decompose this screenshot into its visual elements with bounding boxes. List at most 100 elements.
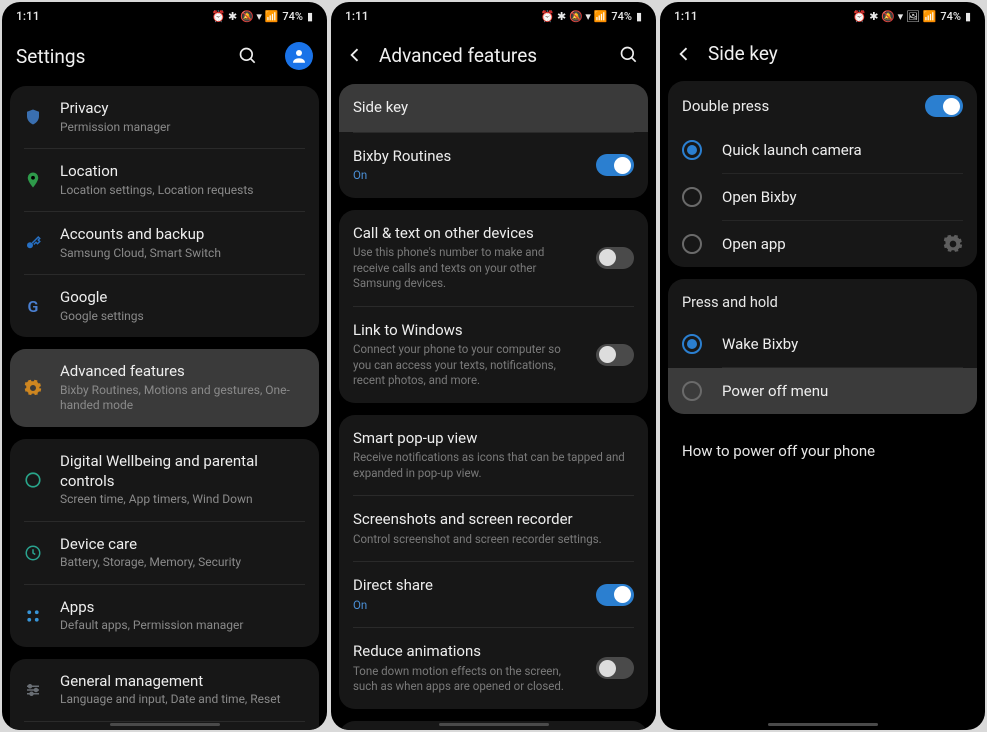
radio[interactable] — [682, 187, 702, 207]
status-time: 1:11 — [674, 9, 698, 23]
key-icon — [22, 232, 44, 254]
af-item-smart-pop-up-view[interactable]: Smart pop-up view Receive notifications … — [339, 415, 648, 496]
option-label: Open Bixby — [722, 188, 963, 206]
settings-card: Advanced features Bixby Routines, Motion… — [10, 349, 319, 427]
settings-item-advanced-features[interactable]: Advanced features Bixby Routines, Motion… — [10, 349, 319, 427]
option-label: Quick launch camera — [722, 141, 963, 159]
settings-item-privacy[interactable]: Privacy Permission manager — [10, 86, 319, 148]
af-card: Side key Bixby Routines On — [339, 84, 648, 198]
radio[interactable] — [682, 140, 702, 160]
item-subtitle: Google settings — [60, 309, 307, 325]
item-title: Side key — [353, 98, 634, 118]
item-subtitle: Language and input, Date and time, Reset — [60, 692, 307, 708]
phone-side-key: 1:11 ⏰ ✱ 🔕 ▾ 🖼 📶 74% ▮ Side key Double p… — [660, 2, 985, 730]
item-title: Accounts and backup — [60, 225, 307, 245]
item-subtitle: Default apps, Permission manager — [60, 618, 307, 634]
item-subtitle: Permission manager — [60, 120, 307, 136]
item-title: Reduce animations — [353, 642, 580, 662]
item-title: Google — [60, 288, 307, 308]
gear-icon[interactable] — [943, 234, 963, 254]
item-subtitle: Location settings, Location requests — [60, 183, 307, 199]
section-label: Double press — [682, 97, 925, 115]
search-icon[interactable] — [235, 43, 261, 69]
wellbeing-icon — [22, 469, 44, 491]
back-button[interactable] — [345, 45, 365, 65]
status-icons: ⏰ ✱ 🔕 ▾ 🖼 📶 74% ▮ — [853, 10, 971, 23]
item-subtitle: Screen time, App timers, Wind Down — [60, 492, 307, 508]
phone-settings: 1:11 ⏰ ✱ 🔕 ▾ 📶 74% ▮ Settings Privacy Pe… — [2, 2, 327, 730]
toggle[interactable] — [596, 584, 634, 606]
page-title: Side key — [708, 42, 971, 65]
status-time: 1:11 — [16, 9, 40, 23]
status-time: 1:11 — [345, 9, 369, 23]
double-press-toggle[interactable] — [925, 95, 963, 117]
status-bar: 1:11 ⏰ ✱ 🔕 ▾ 🖼 📶 74% ▮ — [660, 2, 985, 30]
item-title: Advanced features — [60, 362, 307, 382]
pin-icon — [22, 169, 44, 191]
af-item-direct-share[interactable]: Direct share On — [339, 562, 648, 627]
option-label: Wake Bixby — [722, 335, 963, 353]
settings-item-apps[interactable]: Apps Default apps, Permission manager — [10, 585, 319, 647]
header: Settings — [2, 30, 327, 86]
settings-item-location[interactable]: Location Location settings, Location req… — [10, 149, 319, 211]
press-hold-card: Press and hold Wake Bixby Power off menu — [668, 279, 977, 414]
toggle[interactable] — [596, 344, 634, 366]
option-label: Open app — [722, 235, 923, 253]
af-item-screenshots-and-screen-recorder[interactable]: Screenshots and screen recorder Control … — [339, 496, 648, 561]
item-title: Location — [60, 162, 307, 182]
settings-item-digital-wellbeing-and-parental-controls[interactable]: Digital Wellbeing and parental controls … — [10, 439, 319, 521]
phone-advanced-features: 1:11 ⏰ ✱ 🔕 ▾ 📶 74% ▮ Advanced features S… — [331, 2, 656, 730]
double-press-card: Double press Quick launch camera Open Bi… — [668, 81, 977, 267]
af-card: Call & text on other devices Use this ph… — [339, 210, 648, 403]
profile-avatar[interactable] — [285, 42, 313, 70]
item-title: General management — [60, 672, 307, 692]
toggle[interactable] — [596, 154, 634, 176]
toggle[interactable] — [596, 657, 634, 679]
settings-item-accounts-and-backup[interactable]: Accounts and backup Samsung Cloud, Smart… — [10, 212, 319, 274]
item-title: Device care — [60, 535, 307, 555]
af-item-link-to-windows[interactable]: Link to Windows Connect your phone to yo… — [339, 307, 648, 403]
radio[interactable] — [682, 381, 702, 401]
header: Advanced features — [331, 30, 656, 84]
radio[interactable] — [682, 234, 702, 254]
item-subtitle: Connect your phone to your computer so y… — [353, 342, 580, 389]
apps-icon — [22, 605, 44, 627]
status-bar: 1:11 ⏰ ✱ 🔕 ▾ 📶 74% ▮ — [331, 2, 656, 30]
status-bar: 1:11 ⏰ ✱ 🔕 ▾ 📶 74% ▮ — [2, 2, 327, 30]
settings-item-device-care[interactable]: Device care Battery, Storage, Memory, Se… — [10, 522, 319, 584]
status-icons: ⏰ ✱ 🔕 ▾ 📶 74% ▮ — [212, 10, 313, 23]
home-indicator[interactable] — [768, 723, 878, 726]
af-item-call-text-on-other-devices[interactable]: Call & text on other devices Use this ph… — [339, 210, 648, 306]
option-label: Power off menu — [722, 382, 963, 400]
option-wake-bixby[interactable]: Wake Bixby — [668, 321, 977, 367]
settings-list: Privacy Permission manager Location Loca… — [2, 86, 327, 730]
double-press-header: Double press — [668, 81, 977, 127]
page-title: Settings — [16, 45, 221, 68]
option-quick-launch-camera[interactable]: Quick launch camera — [668, 127, 977, 173]
back-button[interactable] — [674, 44, 694, 64]
item-subtitle: Samsung Cloud, Smart Switch — [60, 246, 307, 262]
af-item-side-key[interactable]: Side key — [339, 84, 648, 132]
home-indicator[interactable] — [439, 723, 549, 726]
search-icon[interactable] — [616, 42, 642, 68]
item-subtitle: On — [353, 598, 580, 614]
home-indicator[interactable] — [110, 723, 220, 726]
google-icon: G — [22, 295, 44, 317]
item-title: Digital Wellbeing and parental controls — [60, 452, 307, 491]
option-open-app[interactable]: Open app — [668, 221, 977, 267]
item-title: Screenshots and screen recorder — [353, 510, 634, 530]
item-title: Direct share — [353, 576, 580, 596]
advanced-features-list: Side key Bixby Routines On Call & text o… — [331, 84, 656, 730]
af-item-bixby-routines[interactable]: Bixby Routines On — [339, 133, 648, 198]
settings-item-general-management[interactable]: General management Language and input, D… — [10, 659, 319, 721]
device-icon — [22, 542, 44, 564]
how-to-power-off-link[interactable]: How to power off your phone — [668, 426, 977, 476]
item-title: Bixby Routines — [353, 147, 580, 167]
settings-item-google[interactable]: G Google Google settings — [10, 275, 319, 337]
option-open-bixby[interactable]: Open Bixby — [668, 174, 977, 220]
option-power-off-menu[interactable]: Power off menu — [668, 368, 977, 414]
page-title: Advanced features — [379, 44, 602, 67]
af-item-reduce-animations[interactable]: Reduce animations Tone down motion effec… — [339, 628, 648, 709]
radio[interactable] — [682, 334, 702, 354]
toggle[interactable] — [596, 247, 634, 269]
